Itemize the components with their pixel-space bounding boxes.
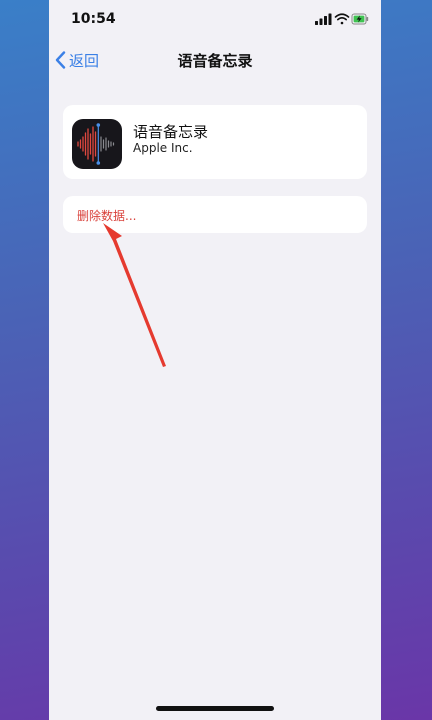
voice-memos-waveform-icon: [77, 123, 115, 165]
phone-screen: 10:54 返回 语音备忘录 语音备忘录 Apple Inc. 删除数据...: [49, 0, 381, 720]
delete-data-label: 删除数据...: [77, 209, 137, 223]
app-vendor: Apple Inc.: [133, 141, 193, 155]
battery-charging-icon: [351, 13, 369, 25]
app-info-card: 语音备忘录 Apple Inc.: [63, 105, 367, 179]
signal-icon: [315, 13, 332, 25]
status-time: 10:54: [71, 11, 116, 27]
app-name: 语音备忘录: [133, 123, 209, 141]
delete-data-button[interactable]: 删除数据...: [63, 196, 367, 233]
voice-memos-app-icon: [72, 119, 122, 169]
status-icons: [315, 13, 369, 25]
status-bar: 10:54: [49, 0, 381, 40]
page-title: 语音备忘录: [177, 52, 253, 70]
wifi-icon: [334, 13, 350, 25]
navigation-bar: 返回 语音备忘录: [49, 40, 381, 78]
home-indicator: [156, 706, 274, 711]
